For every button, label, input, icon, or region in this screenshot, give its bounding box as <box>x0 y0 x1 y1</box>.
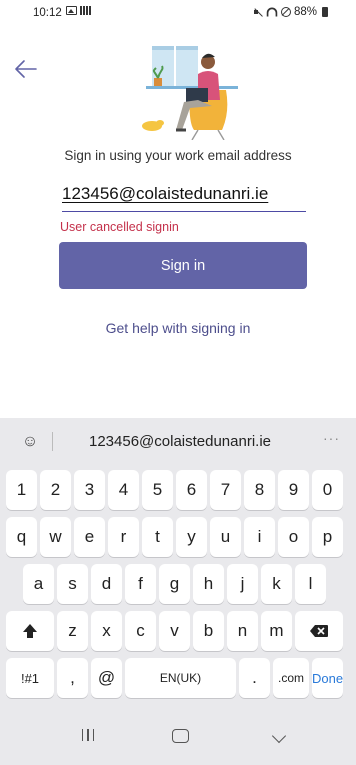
key-p[interactable]: p <box>312 517 343 557</box>
email-field[interactable] <box>62 184 306 204</box>
key-m[interactable]: m <box>261 611 292 651</box>
key-3[interactable]: 3 <box>74 470 105 510</box>
key-period[interactable]: . <box>239 658 270 698</box>
grid-notification-icon <box>80 6 91 15</box>
home-icon[interactable] <box>172 729 189 743</box>
image-notification-icon <box>66 6 77 15</box>
dotcom-key[interactable]: .com <box>273 658 309 698</box>
status-bar: 10:12 88% <box>0 0 356 26</box>
key-y[interactable]: y <box>176 517 207 557</box>
battery-percent: 88% <box>293 6 317 18</box>
mute-icon <box>253 7 263 17</box>
key-4[interactable]: 4 <box>108 470 139 510</box>
back-button[interactable] <box>12 55 40 83</box>
help-signing-in-link[interactable]: Get help with signing in <box>0 320 356 336</box>
recent-apps-icon[interactable] <box>80 729 96 745</box>
suggestion-divider <box>52 432 53 451</box>
arrow-left-icon <box>15 60 37 78</box>
key-k[interactable]: k <box>261 564 292 604</box>
keyboard-suggestion-bar: ☺ 123456@colaistedunanri.ie ··· <box>0 418 356 465</box>
signin-prompt: Sign in using your work email address <box>64 148 292 163</box>
status-time: 10:12 <box>33 7 62 19</box>
shift-arrow-icon <box>23 624 37 638</box>
backspace-key[interactable] <box>295 611 343 651</box>
key-c[interactable]: c <box>125 611 156 651</box>
battery-icon <box>322 7 328 17</box>
key-q[interactable]: q <box>6 517 37 557</box>
key-x[interactable]: x <box>91 611 122 651</box>
symbols-key[interactable]: !#1 <box>6 658 54 698</box>
key-0[interactable]: 0 <box>312 470 343 510</box>
signin-error-message: User cancelled signin <box>60 220 179 234</box>
key-d[interactable]: d <box>91 564 122 604</box>
key-h[interactable]: h <box>193 564 224 604</box>
signin-illustration <box>142 46 238 140</box>
key-v[interactable]: v <box>159 611 190 651</box>
system-navigation-bar <box>0 713 356 765</box>
backspace-icon <box>310 625 328 637</box>
key-o[interactable]: o <box>278 517 309 557</box>
key-6[interactable]: 6 <box>176 470 207 510</box>
wifi-icon <box>266 7 278 17</box>
emoji-icon[interactable]: ☺ <box>20 432 40 452</box>
nav-back-icon[interactable] <box>271 728 287 744</box>
status-notifications <box>66 6 91 15</box>
key-l[interactable]: l <box>295 564 326 604</box>
key-s[interactable]: s <box>57 564 88 604</box>
key-j[interactable]: j <box>227 564 258 604</box>
key-u[interactable]: u <box>210 517 241 557</box>
key-8[interactable]: 8 <box>244 470 275 510</box>
more-options-icon[interactable]: ··· <box>323 430 340 446</box>
key-b[interactable]: b <box>193 611 224 651</box>
key-g[interactable]: g <box>159 564 190 604</box>
done-key[interactable]: Done <box>312 658 343 698</box>
keyboard-suggestion[interactable]: 123456@colaistedunanri.ie <box>60 433 300 450</box>
key-comma[interactable]: , <box>57 658 88 698</box>
key-7[interactable]: 7 <box>210 470 241 510</box>
key-5[interactable]: 5 <box>142 470 173 510</box>
key-a[interactable]: a <box>23 564 54 604</box>
key-i[interactable]: i <box>244 517 275 557</box>
space-key[interactable]: EN(UK) <box>125 658 236 698</box>
shift-key[interactable] <box>6 611 54 651</box>
status-system-icons: 88% <box>253 6 328 18</box>
key-f[interactable]: f <box>125 564 156 604</box>
key-r[interactable]: r <box>108 517 139 557</box>
key-1[interactable]: 1 <box>6 470 37 510</box>
key-at[interactable]: @ <box>91 658 122 698</box>
key-9[interactable]: 9 <box>278 470 309 510</box>
key-t[interactable]: t <box>142 517 173 557</box>
email-field-wrapper <box>62 184 306 212</box>
key-n[interactable]: n <box>227 611 258 651</box>
key-e[interactable]: e <box>74 517 105 557</box>
key-z[interactable]: z <box>57 611 88 651</box>
key-w[interactable]: w <box>40 517 71 557</box>
key-2[interactable]: 2 <box>40 470 71 510</box>
blocked-icon <box>280 7 291 17</box>
sign-in-button[interactable]: Sign in <box>59 242 307 289</box>
